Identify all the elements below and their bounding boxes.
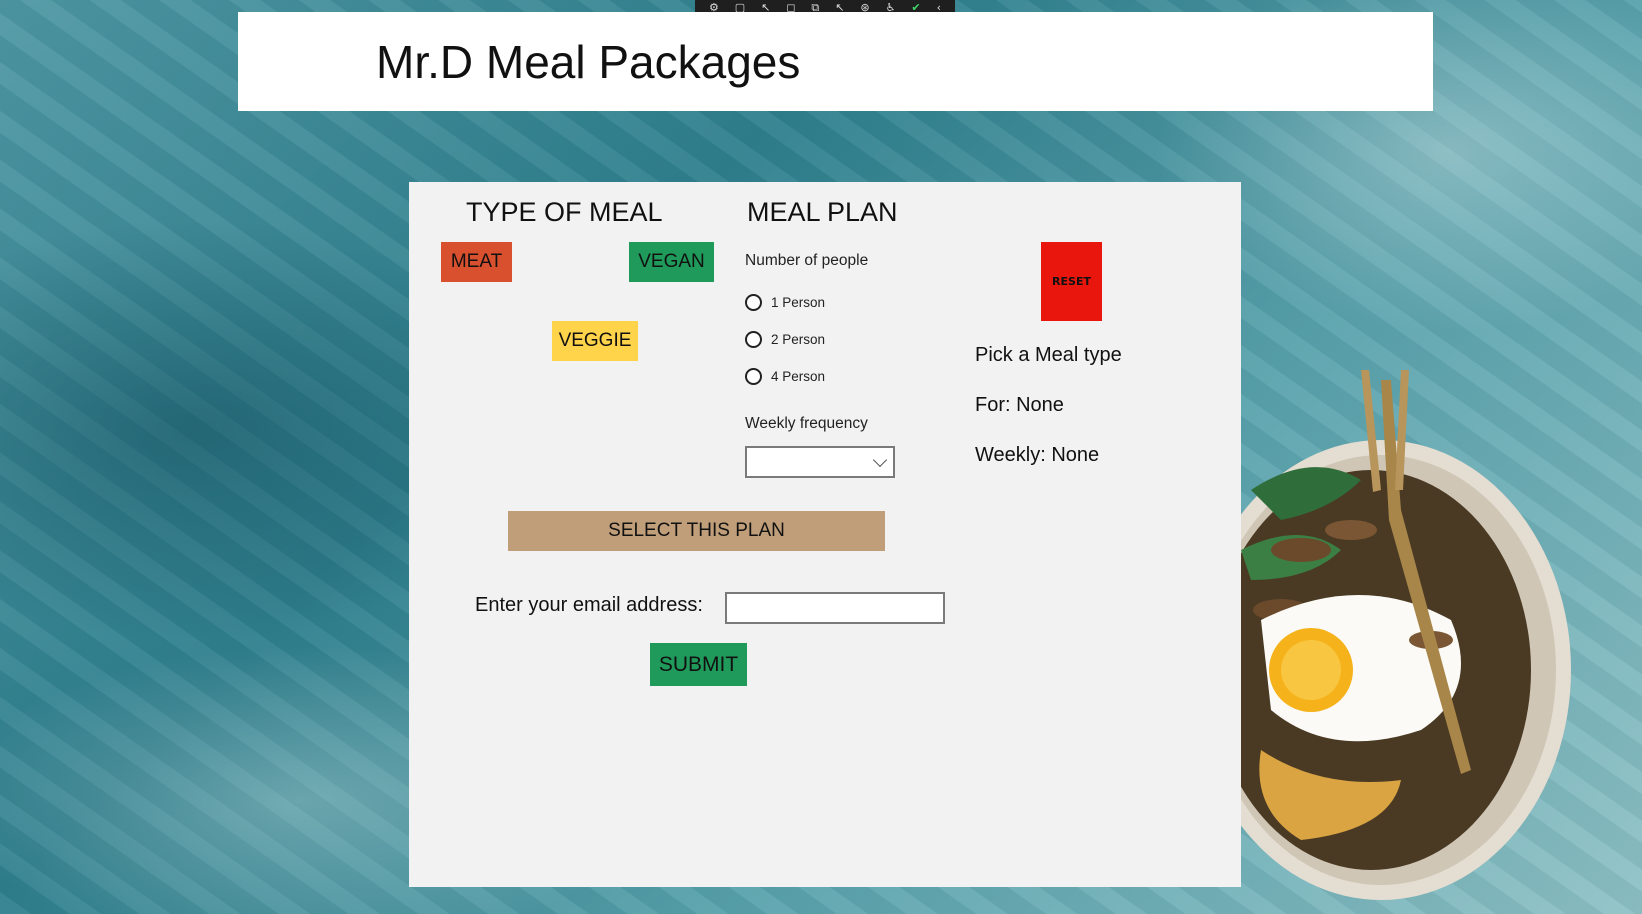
meal-plan-heading: MEAL PLAN (747, 197, 898, 227)
select-plan-button[interactable]: SELECT THIS PLAN (508, 511, 885, 551)
email-label: Enter your email address: (475, 594, 703, 616)
radio-4-person[interactable]: 4 Person (745, 368, 825, 385)
main-panel: TYPE OF MEAL MEAT VEGAN VEGGIE MEAL PLAN… (409, 182, 1241, 887)
meat-button[interactable]: MEAT (441, 242, 512, 282)
radio-label: 2 Person (771, 332, 826, 347)
weekly-frequency-select[interactable] (745, 446, 895, 478)
veggie-button[interactable]: VEGGIE (552, 321, 638, 361)
radio-circle-icon[interactable] (745, 331, 762, 348)
header-banner: Mr.D Meal Packages (238, 12, 1433, 111)
vegan-button[interactable]: VEGAN (629, 242, 714, 282)
summary-meal-type: Pick a Meal type (975, 344, 1122, 366)
radio-circle-icon[interactable] (745, 368, 762, 385)
summary-weekly: Weekly: None (975, 444, 1100, 466)
page-title: Mr.D Meal Packages (376, 36, 801, 88)
radio-2-person[interactable]: 2 Person (745, 331, 825, 348)
radio-circle-icon[interactable] (745, 294, 762, 311)
email-input[interactable] (725, 592, 945, 624)
submit-button[interactable]: SUBMIT (650, 643, 747, 686)
summary-for: For: None (975, 394, 1064, 416)
meal-plate-image (1241, 370, 1571, 900)
meal-type-heading: TYPE OF MEAL (466, 197, 663, 227)
radio-label: 4 Person (771, 369, 826, 384)
chevron-down-icon[interactable] (872, 452, 888, 468)
radio-1-person[interactable]: 1 Person (745, 294, 825, 311)
weekly-frequency-label: Weekly frequency (745, 415, 868, 432)
number-of-people-label: Number of people (745, 252, 869, 269)
reset-button[interactable]: RESET (1041, 242, 1102, 321)
radio-label: 1 Person (771, 295, 826, 310)
